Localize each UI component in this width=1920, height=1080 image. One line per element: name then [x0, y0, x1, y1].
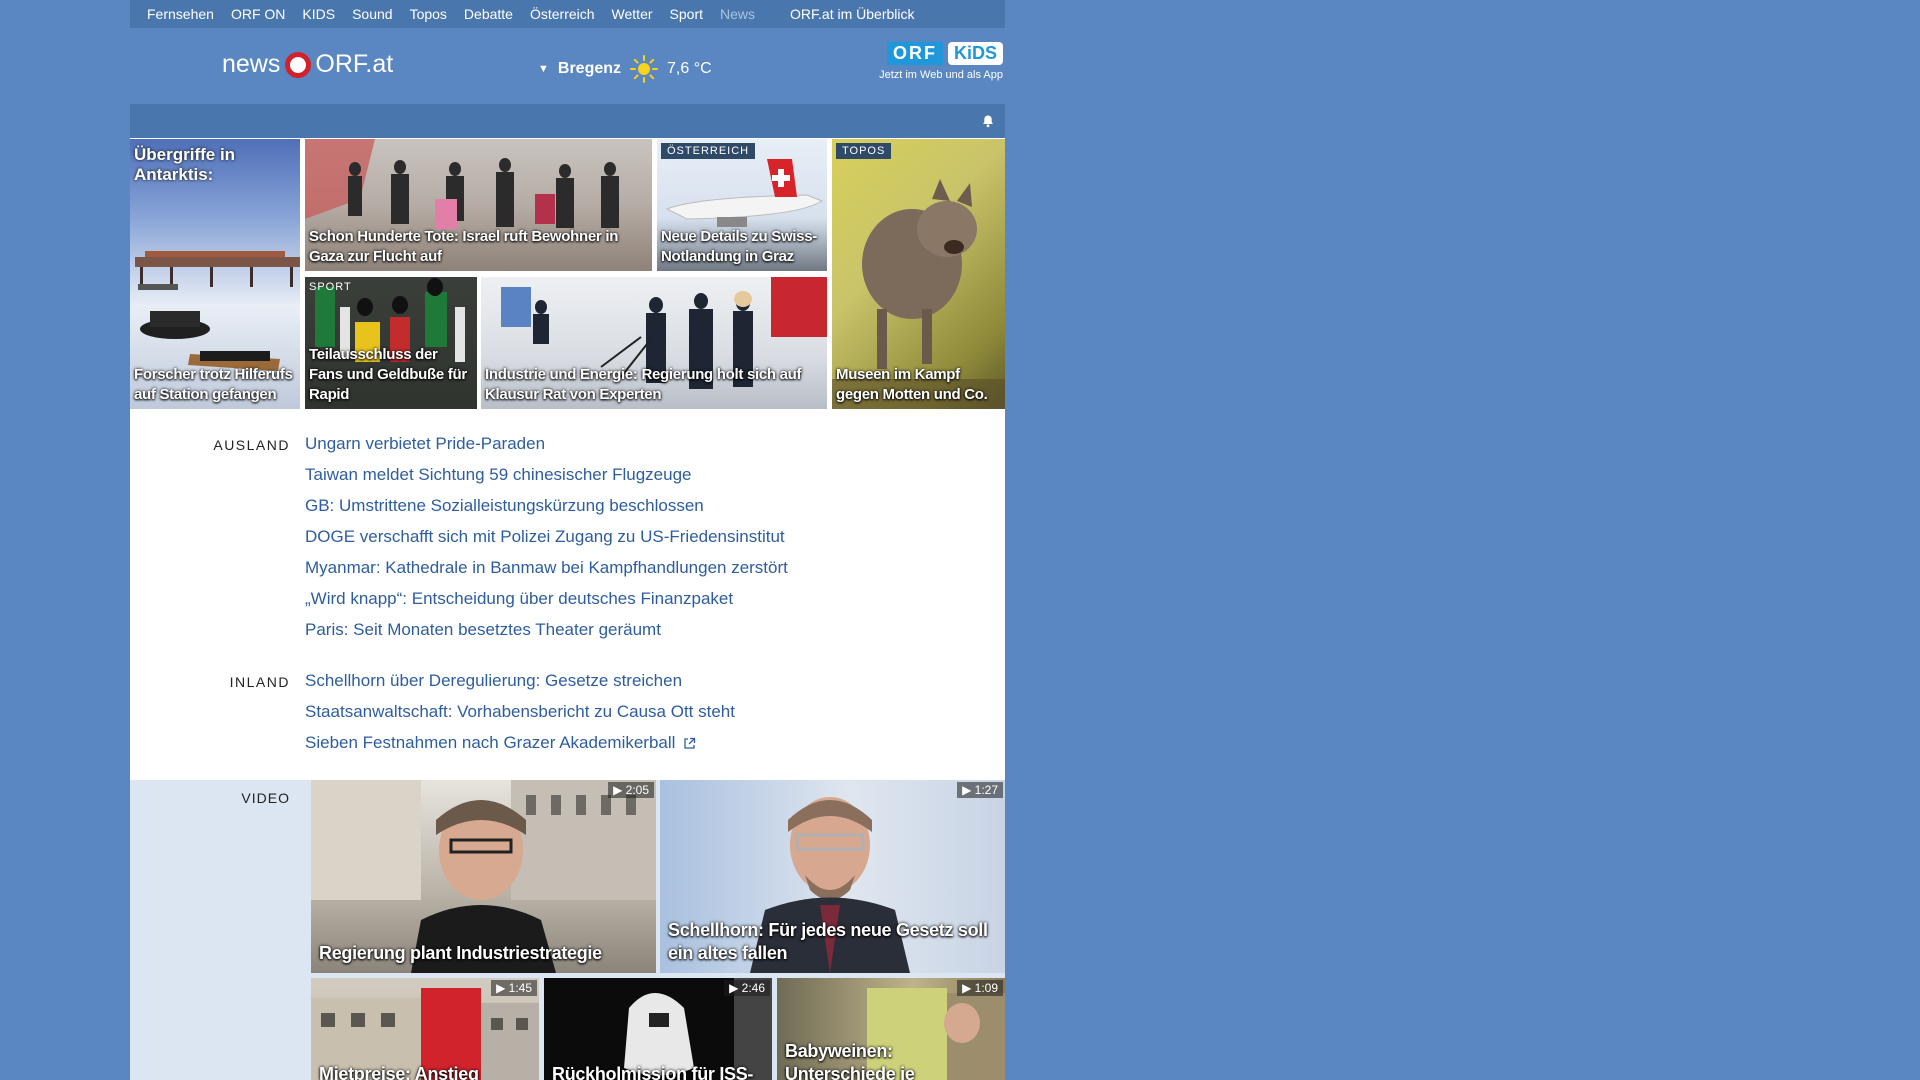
ausland-item[interactable]: Paris: Seit Monaten besetztes Theater ge… [305, 614, 788, 645]
video-caption: Mietpreise: Anstieg [319, 1064, 479, 1080]
ausland-item[interactable]: Taiwan meldet Sichtung 59 chinesischer F… [305, 459, 788, 490]
video-duration: ▶ 1:45 [491, 980, 537, 996]
video-duration: ▶ 1:27 [957, 782, 1003, 798]
kids-subtitle: Jetzt im Web und als App [879, 69, 1003, 81]
ausland-item[interactable]: Myanmar: Kathedrale in Banmaw bei Kampfh… [305, 552, 788, 583]
ausland-item[interactable]: DOGE verschafft sich mit Polizei Zugang … [305, 521, 788, 552]
video-caption: Rückholmission für ISS- [552, 1064, 754, 1080]
teaser-topos[interactable]: TOPOS Museen im Kampf gegen Motten und C… [832, 139, 1005, 409]
antarktis-title: Übergriffe in Antarktis: [134, 145, 236, 184]
antarktis-caption: Forscher trotz Hilferufs auf Station gef… [134, 366, 293, 403]
kids-logo: KiDS [947, 42, 1003, 65]
video-duration: ▶ 2:05 [608, 782, 654, 798]
weather-city: Bregenz [557, 60, 622, 77]
nav-debatte[interactable]: Debatte [464, 6, 513, 22]
nav-news[interactable]: News [720, 6, 755, 22]
teaser-gaza[interactable]: Schon Hunderte Tote: Israel ruft Bewohne… [305, 139, 652, 271]
orf-kids-promo[interactable]: ORF KiDS Jetzt im Web und als App [865, 42, 1003, 81]
sport-tag: SPORT [309, 281, 352, 293]
video-item[interactable]: ▶ 2:05 Regierung plant Industriestrategi… [311, 780, 656, 973]
inland-item-external[interactable]: Sieben Festnahmen nach Grazer Akademiker… [305, 727, 735, 758]
nav-kids[interactable]: KIDS [302, 6, 335, 22]
swiss-caption: Neue Details zu Swiss-Notlandung in Graz [661, 228, 817, 265]
swiss-tag: ÖSTERREICH [661, 143, 756, 159]
nav-fernsehen[interactable]: Fernsehen [147, 6, 214, 22]
video-item[interactable]: ▶ 1:45 Mietpreise: Anstieg [311, 978, 539, 1080]
teaser-sport[interactable]: SPORT Teilausschluss der Fans und Geldbu… [305, 277, 477, 409]
inland-item-label: Sieben Festnahmen nach Grazer Akademiker… [305, 733, 676, 752]
top-nav: Fernsehen ORF ON KIDS Sound Topos Debatt… [130, 0, 1005, 28]
topos-tag: TOPOS [836, 143, 892, 159]
weather-temp: 7,6 °C [667, 60, 712, 77]
inland-list: Schellhorn über Deregulierung: Gesetze s… [305, 665, 735, 758]
nav-sound[interactable]: Sound [352, 6, 392, 22]
logo-orf-text: ORF.at [315, 50, 394, 78]
bell-icon[interactable] [981, 114, 995, 128]
industrie-caption: Industrie und Energie: Regierung holt si… [485, 366, 802, 403]
inland-item[interactable]: Schellhorn über Deregulierung: Gesetze s… [305, 665, 735, 696]
video-item[interactable]: ▶ 1:09 Babyweinen: Unterschiede je [777, 978, 1005, 1080]
kids-orf-logo: ORF [886, 42, 943, 65]
page: Fernsehen ORF ON KIDS Sound Topos Debatt… [130, 0, 1005, 1080]
site-header: news ORF.at ▼ Bregenz 7,6 °C ORF KiDS Je… [130, 28, 1005, 104]
teaser-antarktis[interactable]: Übergriffe in Antarktis: Forscher trotz … [130, 139, 300, 409]
teaser-swiss[interactable]: ÖSTERREICH Neue Details zu Swiss-Notland… [657, 139, 827, 271]
gaza-caption: Schon Hunderte Tote: Israel ruft Bewohne… [309, 228, 619, 265]
video-caption: Babyweinen: Unterschiede je [785, 1041, 915, 1080]
external-link-icon [684, 737, 696, 749]
news-orf-logo[interactable]: news ORF.at [222, 50, 393, 79]
ausland-label: AUSLAND [213, 437, 290, 453]
dropdown-triangle-icon: ▼ [538, 63, 549, 75]
inland-label: INLAND [229, 674, 290, 690]
video-item[interactable]: ▶ 2:46 Rückholmission für ISS- [544, 978, 772, 1080]
nav-wetter[interactable]: Wetter [612, 6, 653, 22]
video-caption: Schellhorn: Für jedes neue Gesetz soll e… [668, 920, 988, 963]
video-item[interactable]: ▶ 1:27 Schellhorn: Für jedes neue Gesetz… [660, 780, 1005, 973]
teaser-industrie[interactable]: Industrie und Energie: Regierung holt si… [481, 277, 827, 409]
nav-overview[interactable]: ORF.at im Überblick [790, 6, 914, 22]
topos-caption: Museen im Kampf gegen Motten und Co. [836, 366, 988, 403]
ausland-item[interactable]: Ungarn verbietet Pride-Paraden [305, 428, 788, 459]
ausland-list: Ungarn verbietet Pride-Paraden Taiwan me… [305, 428, 788, 645]
video-caption: Regierung plant Industriestrategie [319, 943, 602, 963]
sub-bar [130, 104, 1005, 138]
logo-news-text: news [222, 50, 281, 78]
video-duration: ▶ 1:09 [957, 980, 1003, 996]
sun-icon [630, 55, 659, 83]
inland-item[interactable]: Staatsanwaltschaft: Vorhabensbericht zu … [305, 696, 735, 727]
video-duration: ▶ 2:46 [724, 980, 770, 996]
nav-sport[interactable]: Sport [670, 6, 703, 22]
video-label: VIDEO [241, 790, 290, 806]
nav-oesterreich[interactable]: Österreich [530, 6, 595, 22]
weather-widget[interactable]: ▼ Bregenz 7,6 °C [538, 54, 712, 84]
ausland-item[interactable]: „Wird knapp“: Entscheidung über deutsche… [305, 583, 788, 614]
nav-orf-on[interactable]: ORF ON [231, 6, 285, 22]
orf-ring-icon [285, 51, 312, 78]
sport-caption: Teilausschluss der Fans und Geldbuße für… [309, 346, 467, 403]
ausland-item[interactable]: GB: Umstrittene Sozialleistungskürzung b… [305, 490, 788, 521]
nav-topos[interactable]: Topos [410, 6, 447, 22]
